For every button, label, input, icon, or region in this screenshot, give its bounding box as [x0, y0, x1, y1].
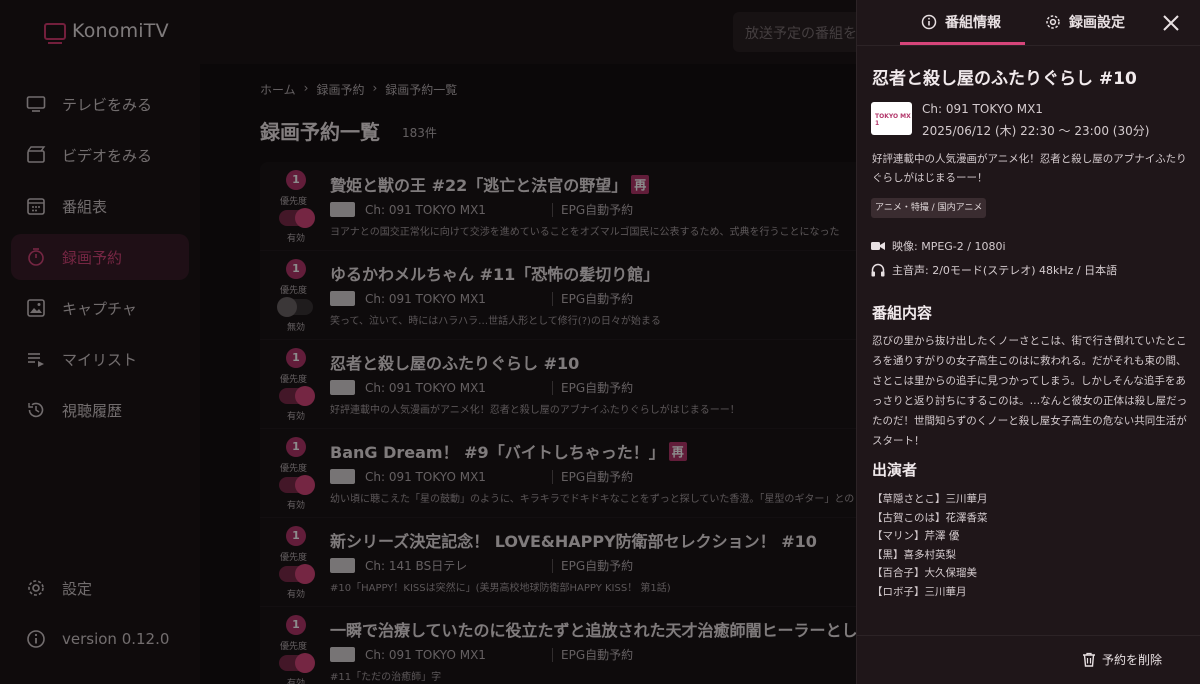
- panel-tabs: 番組情報 録画設定: [857, 0, 1200, 46]
- genre-chip: アニメ・特撮 / 国内アニメ: [871, 198, 987, 218]
- video-info-text: 映像: MPEG-2 / 1080i: [892, 240, 1006, 253]
- cast-heading: 出演者: [872, 461, 918, 479]
- detail-heading: 番組内容: [872, 304, 933, 322]
- reservation-detail-panel: 番組情報 録画設定 忍者と殺し屋のふたりぐらし #10 TOKYO MX 1 C…: [856, 0, 1200, 684]
- info-icon: [921, 14, 937, 30]
- cast-item: 【古賀このは】花澤香菜: [872, 511, 988, 524]
- video-info: 映像: MPEG-2 / 1080i: [871, 238, 1006, 254]
- cast-list: 【草隠さとこ】三川華月 【古賀このは】花澤香菜 【マリン】芹澤 優 【黒】喜多村…: [872, 490, 988, 601]
- settings-icon: [1046, 15, 1060, 29]
- trash-icon: [1083, 652, 1095, 667]
- cast-item: 【百合子】大久保瑠美: [872, 567, 977, 579]
- headphones-icon: [871, 263, 885, 277]
- active-tab-indicator: [900, 42, 1025, 45]
- delete-label: 予約を削除: [1102, 653, 1163, 667]
- close-icon[interactable]: [1161, 13, 1181, 33]
- program-description: 好評連載中の人気漫画がアニメ化！忍者と殺し屋のアブナイふたりぐらしがはじまるーー…: [872, 153, 1187, 184]
- channel-logo: TOKYO MX 1: [871, 102, 912, 135]
- channel-text: Ch: 091 TOKYO MX1: [922, 102, 1043, 116]
- tab-program-info[interactable]: 番組情報: [921, 12, 1001, 32]
- program-title: 忍者と殺し屋のふたりぐらし #10: [872, 69, 1137, 89]
- modal-backdrop[interactable]: [0, 0, 856, 684]
- tab-label: 録画設定: [1069, 15, 1125, 31]
- air-time: 2025/06/12 (木) 22:30 〜 23:00 (30分): [922, 124, 1150, 138]
- cast-item: 【黒】喜多村英梨: [872, 548, 956, 561]
- audio-info-text: 主音声: 2/0モード(ステレオ) 48kHz / 日本語: [892, 264, 1118, 277]
- delete-reservation-button[interactable]: 予約を削除: [1082, 651, 1162, 668]
- audio-info: 主音声: 2/0モード(ステレオ) 48kHz / 日本語: [871, 262, 1117, 278]
- video-camera-icon: [871, 242, 885, 250]
- channel-logo-text: TOKYO MX 1: [875, 113, 911, 127]
- tab-record-settings[interactable]: 録画設定: [1045, 12, 1125, 32]
- panel-footer: 予約を削除: [857, 635, 1200, 684]
- cast-item: 【草隠さとこ】三川華月: [872, 493, 988, 505]
- cast-item: 【ロボ子】三川華月: [872, 585, 967, 598]
- detail-body: 忍びの里から抜け出したくノーさとこは、街で行き倒れていたところを通りすがりの女子…: [872, 335, 1188, 447]
- tab-label: 番組情報: [945, 15, 1001, 31]
- cast-item: 【マリン】芹澤 優: [872, 530, 960, 542]
